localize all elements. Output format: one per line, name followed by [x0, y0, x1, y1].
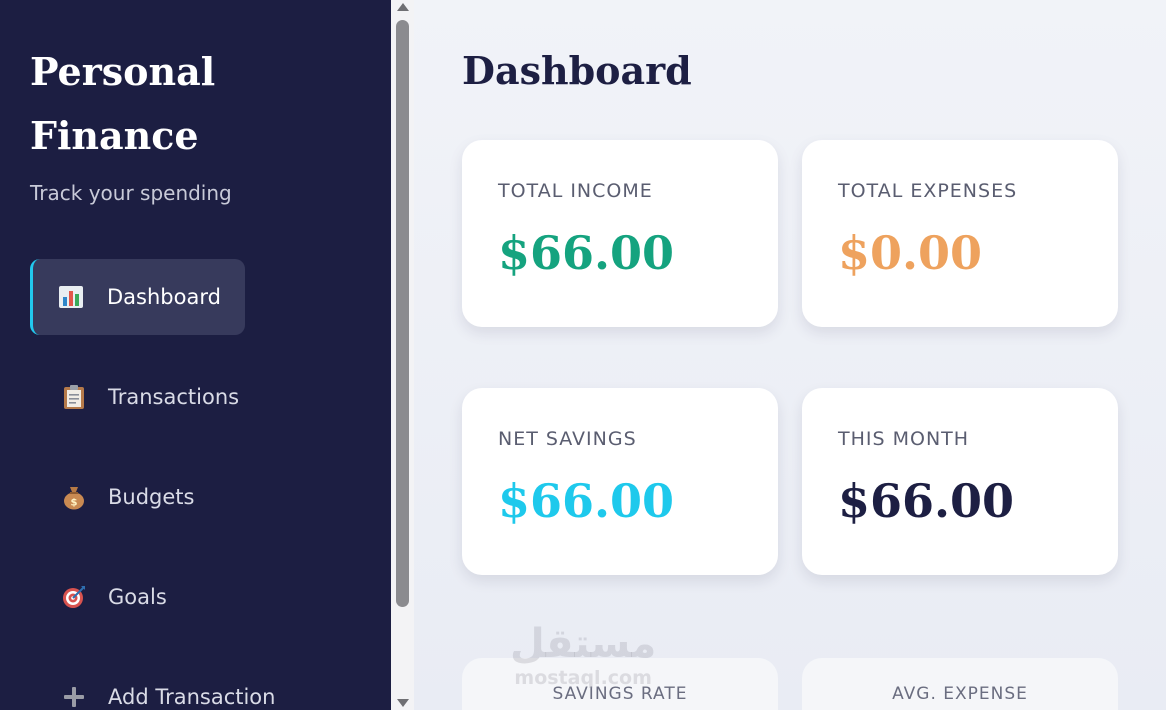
- clipboard-icon: [60, 383, 88, 411]
- sidebar-item-label: Add Transaction: [108, 685, 276, 709]
- card-label: NET SAVINGS: [498, 428, 637, 450]
- card-label: TOTAL INCOME: [498, 180, 653, 202]
- money-bag-icon: $: [60, 483, 88, 511]
- this-month-card: THIS MONTH $66.00: [802, 388, 1118, 575]
- card-value: $0.00: [838, 226, 983, 280]
- scrollbar-thumb[interactable]: [396, 20, 409, 607]
- page-title: Dashboard: [462, 48, 692, 93]
- total-expenses-card: TOTAL EXPENSES $0.00: [802, 140, 1118, 327]
- sidebar: Personal Finance Track your spending Das…: [0, 0, 391, 710]
- sidebar-item-label: Dashboard: [107, 285, 221, 309]
- card-value: $66.00: [838, 474, 1015, 528]
- card-value: $66.00: [498, 226, 675, 280]
- target-icon: [60, 583, 88, 611]
- plus-icon: [60, 683, 88, 710]
- sidebar-item-label: Budgets: [108, 485, 195, 509]
- card-label: AVG. EXPENSE: [892, 684, 1028, 704]
- total-income-card: TOTAL INCOME $66.00: [462, 140, 778, 327]
- avg-expense-card: AVG. EXPENSE: [802, 658, 1118, 710]
- sidebar-scrollbar[interactable]: [391, 0, 414, 710]
- sidebar-item-add-transaction[interactable]: Add Transaction: [30, 659, 275, 710]
- sidebar-item-label: Goals: [108, 585, 167, 609]
- card-value: $66.00: [498, 474, 675, 528]
- app-tagline: Track your spending: [30, 181, 232, 205]
- card-label: THIS MONTH: [838, 428, 970, 450]
- card-label: TOTAL EXPENSES: [838, 180, 1018, 202]
- savings-rate-card: SAVINGS RATE: [462, 658, 778, 710]
- sidebar-item-label: Transactions: [108, 385, 240, 409]
- sidebar-item-goals[interactable]: Goals: [30, 559, 167, 635]
- card-label: SAVINGS RATE: [552, 684, 688, 704]
- net-savings-card: NET SAVINGS $66.00: [462, 388, 778, 575]
- scroll-up-arrow-icon[interactable]: [395, 0, 410, 14]
- sidebar-item-dashboard[interactable]: Dashboard: [30, 259, 245, 335]
- sidebar-item-transactions[interactable]: Transactions: [30, 359, 239, 435]
- sidebar-item-budgets[interactable]: $ Budgets: [30, 459, 194, 535]
- main-content: Dashboard TOTAL INCOME $66.00 TOTAL EXPE…: [414, 0, 1166, 710]
- bar-chart-icon: [57, 283, 85, 311]
- app-brand: Personal Finance: [30, 49, 216, 158]
- scroll-down-arrow-icon[interactable]: [395, 696, 410, 710]
- svg-text:$: $: [71, 498, 78, 509]
